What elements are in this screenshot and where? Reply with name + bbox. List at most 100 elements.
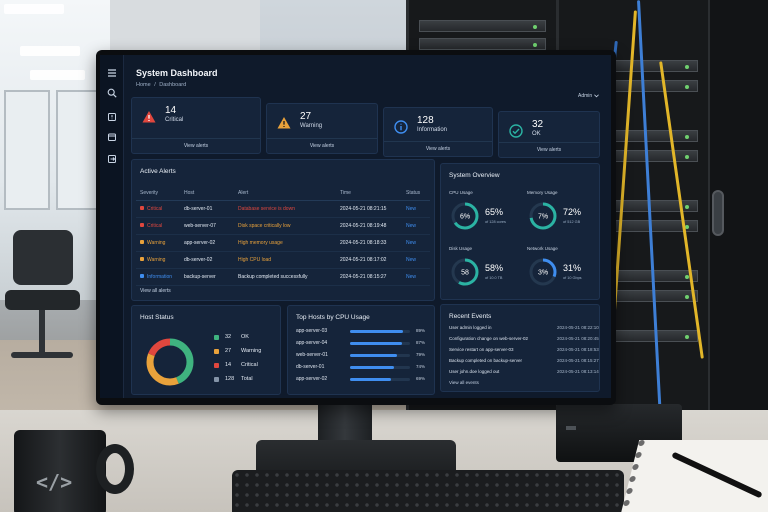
event-row[interactable]: Configuration change on web-server-02 20… — [449, 336, 599, 346]
rack-door-handle — [712, 190, 724, 236]
calendar-icon[interactable] — [106, 131, 118, 143]
table-row[interactable]: Critical db-server-01 Database service i… — [136, 200, 430, 218]
column-header[interactable]: Time — [336, 186, 402, 201]
severity-cell: Information — [136, 268, 180, 286]
alert-cell: Database service is down — [234, 200, 336, 218]
legend-item-warning: 27 Warning — [214, 348, 284, 354]
top-hosts-panel: Top Hosts by CPU Usage app-server-03 89%… — [287, 305, 435, 395]
view-all-events-link[interactable]: View all events — [449, 380, 479, 385]
view-all-alerts-link[interactable]: View all alerts — [140, 288, 171, 294]
event-message: Service restart on app-server-03 — [449, 347, 514, 352]
gauge-sub: of 512 GB — [563, 220, 581, 224]
event-row[interactable]: User john.doe logged out 2024-05-21 08:1… — [449, 369, 599, 379]
column-header[interactable]: Alert — [234, 186, 336, 201]
status-cell: New — [402, 217, 430, 235]
host-row[interactable]: app-server-02 69% — [296, 376, 430, 386]
gauge-center-text: 3% — [538, 270, 548, 277]
legend-item-ok: 32 OK — [214, 334, 284, 340]
alerts-icon[interactable] — [106, 111, 118, 123]
notebook — [616, 440, 768, 512]
legend-count: 27 — [225, 348, 232, 354]
event-message: Backup completed on backup-server — [449, 358, 523, 363]
memory-usage-gauge: 7% — [529, 202, 557, 230]
stat-card-warning[interactable]: 27 Warning View alerts — [266, 103, 378, 154]
view-alerts-link[interactable]: View alerts — [384, 146, 492, 152]
recent-events-panel: Recent Events User admin logged in 2024-… — [440, 304, 600, 392]
search-icon[interactable] — [106, 87, 118, 99]
code-brackets-icon: </> — [36, 470, 73, 494]
host-cell: app-server-02 — [180, 234, 234, 252]
event-row[interactable]: Service restart on app-server-03 2024-05… — [449, 347, 599, 357]
view-alerts-link[interactable]: View alerts — [499, 147, 599, 153]
status-cell: New — [402, 251, 430, 269]
time-cell: 2024-05-21 08:17:02 — [336, 251, 402, 269]
keyboard — [232, 470, 624, 512]
event-time: 2024-05-21 08:15:27 — [557, 358, 599, 363]
gauge-label: Disk Usage — [449, 246, 473, 251]
host-cell: web-server-07 — [180, 217, 234, 235]
gauge-center-text: 6% — [460, 214, 470, 221]
gauge-value: 65% — [485, 207, 504, 217]
table-row[interactable]: Information backup-server Backup complet… — [136, 268, 430, 286]
cpu-bar-fill — [350, 366, 395, 369]
severity-cell: Warning — [136, 251, 180, 269]
alert-cell: Backup completed successfully — [234, 268, 336, 286]
active-alerts-panel: Active Alerts Severity Host Alert Time S… — [131, 159, 435, 301]
gauge-center-text: 7% — [538, 214, 548, 221]
legend-label: Total — [241, 376, 253, 382]
event-row[interactable]: Backup completed on backup-server 2024-0… — [449, 358, 599, 368]
window-pane — [4, 90, 50, 210]
table-row[interactable]: Warning app-server-02 High memory usage … — [136, 234, 430, 252]
status-cell: New — [402, 234, 430, 252]
view-alerts-link[interactable]: View alerts — [267, 143, 377, 149]
gauge-value: 58% — [485, 263, 504, 273]
column-header[interactable]: Host — [180, 186, 234, 201]
stat-label: OK — [532, 131, 541, 137]
status-cell: New — [402, 200, 430, 218]
event-time: 2024-05-21 08:13:14 — [557, 369, 599, 374]
gauge-disk: Disk Usage 58 58% of 10.0 TB — [449, 246, 533, 298]
time-cell: 2024-05-21 08:19:48 — [336, 217, 402, 235]
export-icon[interactable] — [106, 153, 118, 165]
ceiling-light — [30, 70, 85, 80]
breadcrumb-home[interactable]: Home — [136, 82, 151, 88]
chevron-down-icon — [594, 94, 600, 98]
severity-cell: Warning — [136, 234, 180, 252]
host-row[interactable]: db-server-01 74% — [296, 364, 430, 374]
office-chair — [5, 230, 80, 370]
table-row[interactable]: Warning db-server-02 High CPU load 2024-… — [136, 251, 430, 269]
critical-dot-icon — [140, 206, 144, 211]
cpu-bar-track — [350, 354, 410, 357]
event-row[interactable]: User admin logged in 2024-05-21 08:22:10 — [449, 325, 599, 335]
column-header[interactable]: Severity — [136, 186, 180, 201]
page-title: System Dashboard — [136, 68, 218, 78]
alert-cell: High CPU load — [234, 251, 336, 269]
cpu-bar-track — [350, 342, 410, 345]
menu-icon[interactable] — [106, 67, 118, 79]
network-usage-gauge: 3% — [529, 258, 557, 286]
host-row[interactable]: app-server-04 87% — [296, 340, 430, 350]
column-header[interactable]: Status — [402, 186, 430, 201]
stat-card-information[interactable]: 128 Information View alerts — [383, 107, 493, 157]
legend-label: Warning — [241, 348, 262, 354]
event-time: 2024-05-21 08:18:53 — [557, 347, 599, 352]
panel-title: Top Hosts by CPU Usage — [296, 314, 370, 321]
alert-cell: Disk space critically low — [234, 217, 336, 235]
legend-count: 32 — [225, 334, 232, 340]
dashboard-screen: System Dashboard Home / Dashboard Admin … — [100, 55, 611, 398]
table-row[interactable]: Critical web-server-07 Disk space critic… — [136, 217, 430, 235]
stat-card-ok[interactable]: 32 OK View alerts — [498, 111, 600, 158]
panel-title: System Overview — [449, 172, 500, 179]
user-menu[interactable]: Admin — [578, 93, 600, 99]
gauge-sub: of 10.0 TB — [485, 276, 503, 280]
stat-count: 14 — [165, 105, 177, 116]
divider — [499, 142, 599, 143]
warning-dot-icon — [140, 240, 144, 245]
host-row[interactable]: web-server-01 79% — [296, 352, 430, 362]
cpu-bar-fill — [350, 378, 392, 381]
warning-swatch — [214, 348, 219, 354]
total-swatch — [214, 376, 219, 382]
view-alerts-link[interactable]: View alerts — [132, 143, 260, 149]
stat-card-critical[interactable]: 14 Critical View alerts — [131, 97, 261, 154]
host-row[interactable]: app-server-03 89% — [296, 328, 430, 338]
